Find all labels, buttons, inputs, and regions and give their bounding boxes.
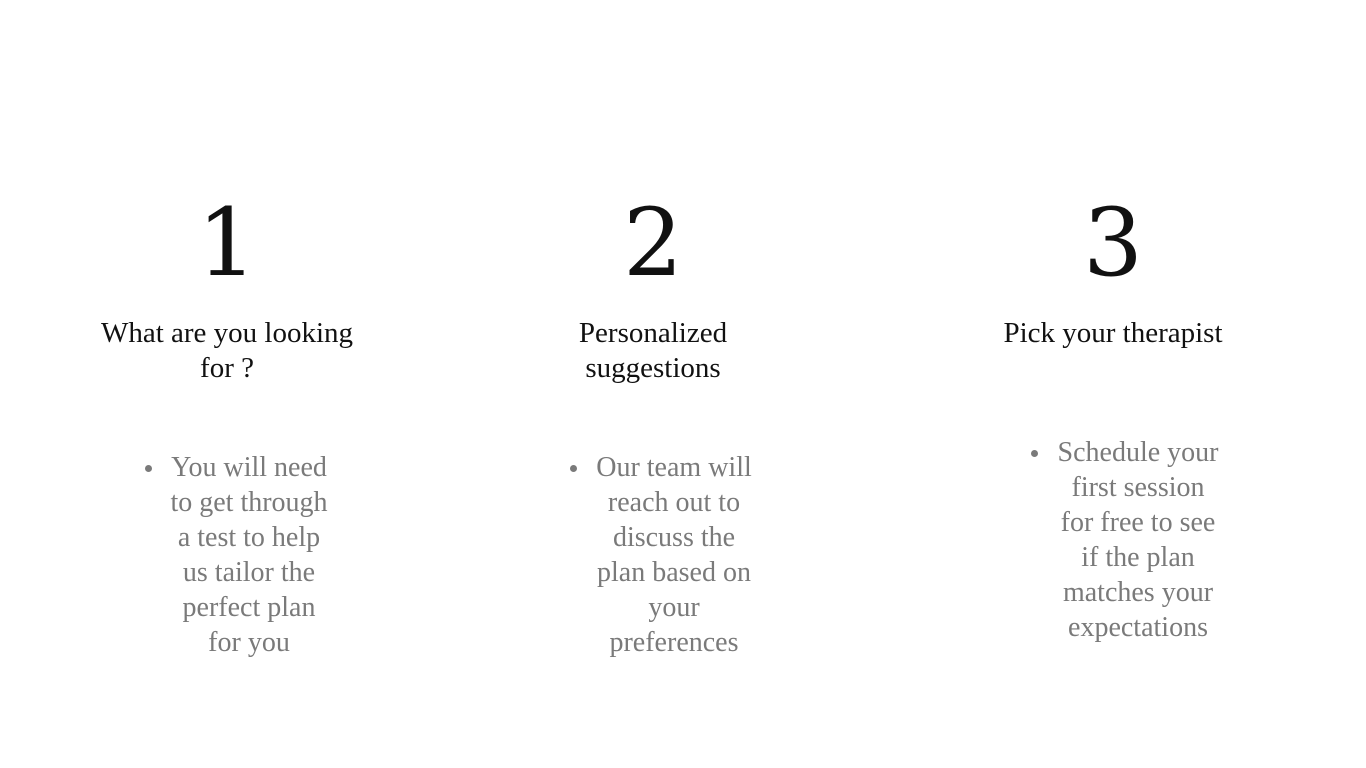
step-2-number: 2 (623, 189, 683, 298)
step-1-title: What are you looking for ? (100, 317, 354, 384)
step-2-bullet (570, 465, 577, 472)
step-1-number: 1 (197, 189, 257, 298)
step-2-title: Personalized suggestions (578, 317, 728, 384)
step-1-bullet (145, 465, 152, 472)
step-1-description: You will need to get through a test to h… (170, 452, 328, 658)
step-3-number: 3 (1083, 189, 1143, 298)
step-3-description: Schedule your first session for free to … (1057, 437, 1219, 643)
step-2-description: Our team will reach out to discuss the p… (596, 452, 752, 658)
step-3-bullet (1031, 450, 1038, 457)
step-3-title: Pick your therapist (1003, 317, 1223, 349)
